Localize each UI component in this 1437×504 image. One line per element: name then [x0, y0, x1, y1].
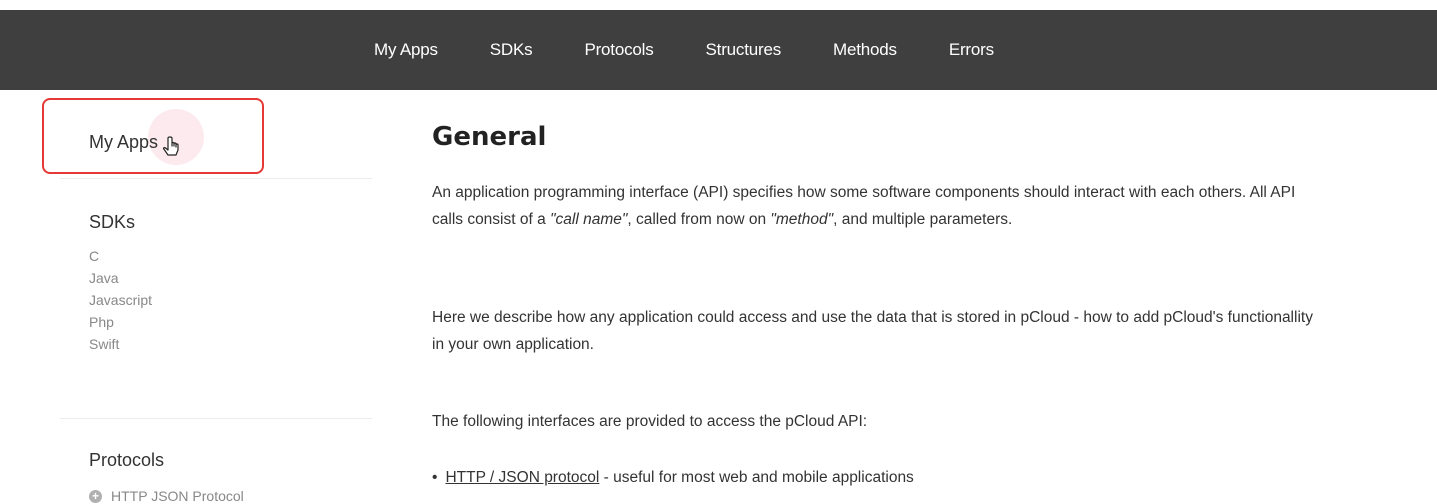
intro-text-b: , called from now on — [627, 211, 771, 228]
divider — [60, 178, 372, 179]
sidebar-item-sdk-java[interactable]: Java — [89, 267, 152, 289]
sidebar-item-sdk-javascript[interactable]: Javascript — [89, 289, 152, 311]
nav-my-apps[interactable]: My Apps — [374, 40, 438, 60]
interfaces-list: HTTP / JSON protocol - useful for most w… — [432, 464, 914, 491]
intro-text-c: , and multiple parameters. — [833, 211, 1013, 228]
main-nav: My Apps SDKs Protocols Structures Method… — [374, 10, 994, 90]
divider — [60, 418, 372, 419]
sdk-list: C Java Javascript Php Swift — [89, 245, 152, 355]
sidebar-protocols-title[interactable]: Protocols — [89, 450, 164, 471]
sidebar-item-http-json-protocol[interactable]: + HTTP JSON Protocol — [89, 488, 244, 504]
sidebar-item-label: HTTP JSON Protocol — [111, 488, 244, 504]
intro-paragraph: An application programming interface (AP… — [432, 179, 1322, 233]
nav-sdks[interactable]: SDKs — [490, 40, 533, 60]
nav-errors[interactable]: Errors — [949, 40, 994, 60]
description-paragraph: Here we describe how any application cou… — [432, 309, 1313, 353]
top-navbar: My Apps SDKs Protocols Structures Method… — [0, 10, 1437, 90]
sidebar-item-my-apps[interactable]: My Apps — [89, 132, 158, 153]
pointer-cursor-icon — [162, 136, 179, 156]
nav-structures[interactable]: Structures — [706, 40, 782, 60]
list-item: HTTP / JSON protocol - useful for most w… — [432, 464, 914, 491]
call-name-term: "call name" — [550, 211, 628, 228]
interfaces-intro: The following interfaces are provided to… — [432, 413, 868, 430]
page-title: General — [432, 122, 547, 152]
sidebar-item-sdk-php[interactable]: Php — [89, 311, 152, 333]
nav-protocols[interactable]: Protocols — [584, 40, 653, 60]
sidebar-sdks-title[interactable]: SDKs — [89, 212, 135, 233]
sidebar-item-sdk-c[interactable]: C — [89, 245, 152, 267]
plus-circle-icon: + — [89, 489, 102, 503]
list-item-text: - useful for most web and mobile applica… — [599, 469, 914, 486]
nav-methods[interactable]: Methods — [833, 40, 897, 60]
sidebar-item-sdk-swift[interactable]: Swift — [89, 333, 152, 355]
http-json-protocol-link[interactable]: HTTP / JSON protocol — [445, 469, 599, 486]
method-term: "method" — [770, 211, 834, 228]
sidebar: My Apps SDKs C Java Javascript Php Swift… — [42, 90, 372, 504]
